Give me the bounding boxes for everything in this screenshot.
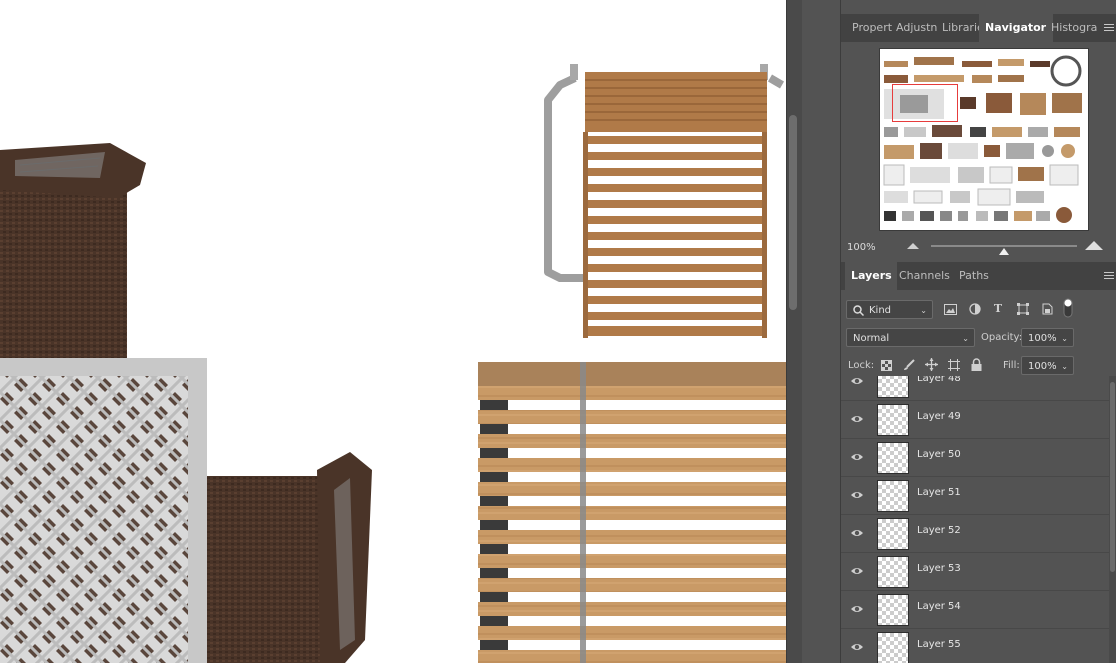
visibility-eye-icon[interactable] [851,603,863,615]
canvas-scrollbar[interactable] [786,0,803,663]
layer-row[interactable]: Layer 48 [841,376,1109,401]
blend-mode-value: Normal [853,333,890,344]
sun-lounger [544,64,785,338]
layers-menu-icon[interactable] [1104,272,1114,281]
lock-image-pixels-icon[interactable] [903,359,915,371]
wicker-table [0,358,207,663]
visibility-eye-icon[interactable] [851,413,863,425]
lock-artboard-icon[interactable] [948,359,960,371]
pixel-filter-icon[interactable] [944,304,957,315]
search-icon [853,305,864,316]
navigator-thumbnail-art [883,55,1082,223]
layer-filter-row: Kind ⌄ T [841,296,1116,324]
layer-thumbnail [877,556,909,588]
layer-thumbnail [877,632,909,663]
layer-thumbnail [877,404,909,436]
tab-layers[interactable]: Layers [845,262,897,290]
lock-transparent-pixels-icon[interactable] [881,360,892,371]
smart-object-filter-icon[interactable] [1042,303,1053,315]
canvas-scrollbar-thumb[interactable] [789,115,797,310]
layer-name[interactable]: Layer 50 [917,449,961,460]
fill-label: Fill: [1003,360,1020,371]
layer-name[interactable]: Layer 52 [917,525,961,536]
layers-scrollbar[interactable] [1109,376,1116,663]
visibility-eye-icon[interactable] [851,489,863,501]
fill-field[interactable]: 100% ⌄ [1021,356,1074,375]
chevron-down-icon: ⌄ [920,306,927,315]
lock-label: Lock: [848,360,875,371]
tab-paths[interactable]: Paths [953,262,1005,290]
lock-position-icon[interactable] [925,358,938,371]
navigator-tab-bar: Propert Adjustn Librarie Navigator Histo… [841,14,1116,42]
filter-kind-dropdown[interactable]: Kind ⌄ [846,300,933,319]
chevron-down-icon: ⌄ [962,334,969,343]
visibility-eye-icon[interactable] [851,376,863,387]
layer-row[interactable]: Layer 52 [841,514,1109,553]
chevron-down-icon: ⌄ [1061,334,1068,343]
layer-thumbnail [877,480,909,512]
layer-thumbnail [877,518,909,550]
zoom-out-icon[interactable] [907,242,919,250]
wicker-chair-side [207,452,372,663]
blend-mode-row: Normal ⌄ Opacity: 100% ⌄ [841,324,1116,352]
visibility-eye-icon[interactable] [851,565,863,577]
filter-kind-label: Kind [869,305,892,316]
filter-toggle-icon[interactable] [1063,298,1073,318]
layer-name[interactable]: Layer 51 [917,487,961,498]
layers-list: Layer 48 Layer 49 Layer 50 Layer 51 Laye… [841,376,1116,663]
layer-row[interactable]: Layer 55 [841,628,1109,663]
panel-menu-icon[interactable] [1104,24,1114,33]
layer-row[interactable]: Layer 49 [841,400,1109,439]
canvas-artwork [0,64,786,663]
zoom-slider-handle[interactable] [999,248,1009,255]
layer-row[interactable]: Layer 54 [841,590,1109,629]
layers-scrollbar-thumb[interactable] [1110,382,1115,572]
layer-thumbnail [877,376,909,398]
layer-row[interactable]: Layer 53 [841,552,1109,591]
layer-name[interactable]: Layer 54 [917,601,961,612]
opacity-field[interactable]: 100% ⌄ [1021,328,1074,347]
collapsed-panel-dock [802,0,841,663]
opacity-value: 100% [1028,333,1057,344]
lock-all-icon[interactable] [971,358,982,371]
layer-thumbnail [877,594,909,626]
layer-name[interactable]: Layer 55 [917,639,961,650]
layer-name[interactable]: Layer 48 [917,376,961,384]
layer-row[interactable]: Layer 51 [841,476,1109,515]
adjustment-filter-icon[interactable] [969,303,981,315]
right-panel: Propert Adjustn Librarie Navigator Histo… [841,0,1116,663]
zoom-value[interactable]: 100% [847,242,876,253]
type-filter-icon[interactable]: T [991,302,1005,316]
opacity-label: Opacity: [981,332,1023,343]
tab-channels[interactable]: Channels [893,262,959,290]
blend-mode-dropdown[interactable]: Normal ⌄ [846,328,975,347]
layer-name[interactable]: Layer 49 [917,411,961,422]
wicker-chair-top [0,143,146,365]
layer-row[interactable]: Layer 50 [841,438,1109,477]
visibility-eye-icon[interactable] [851,527,863,539]
chevron-down-icon: ⌄ [1061,362,1068,371]
zoom-in-icon[interactable] [1085,240,1103,251]
shape-filter-icon[interactable] [1017,303,1029,315]
wood-bench [478,362,786,663]
document-canvas[interactable] [0,0,786,663]
layers-tab-bar: Layers Channels Paths [841,262,1116,290]
tab-histogram[interactable]: Histogra [1045,14,1105,42]
visibility-eye-icon[interactable] [851,451,863,463]
zoom-slider[interactable] [931,245,1077,247]
navigator-preview[interactable] [879,48,1089,231]
fill-value: 100% [1028,361,1057,372]
tab-navigator[interactable]: Navigator [979,14,1053,42]
layer-name[interactable]: Layer 53 [917,563,961,574]
navigator-view-box[interactable] [892,84,958,122]
visibility-eye-icon[interactable] [851,641,863,653]
layer-thumbnail [877,442,909,474]
